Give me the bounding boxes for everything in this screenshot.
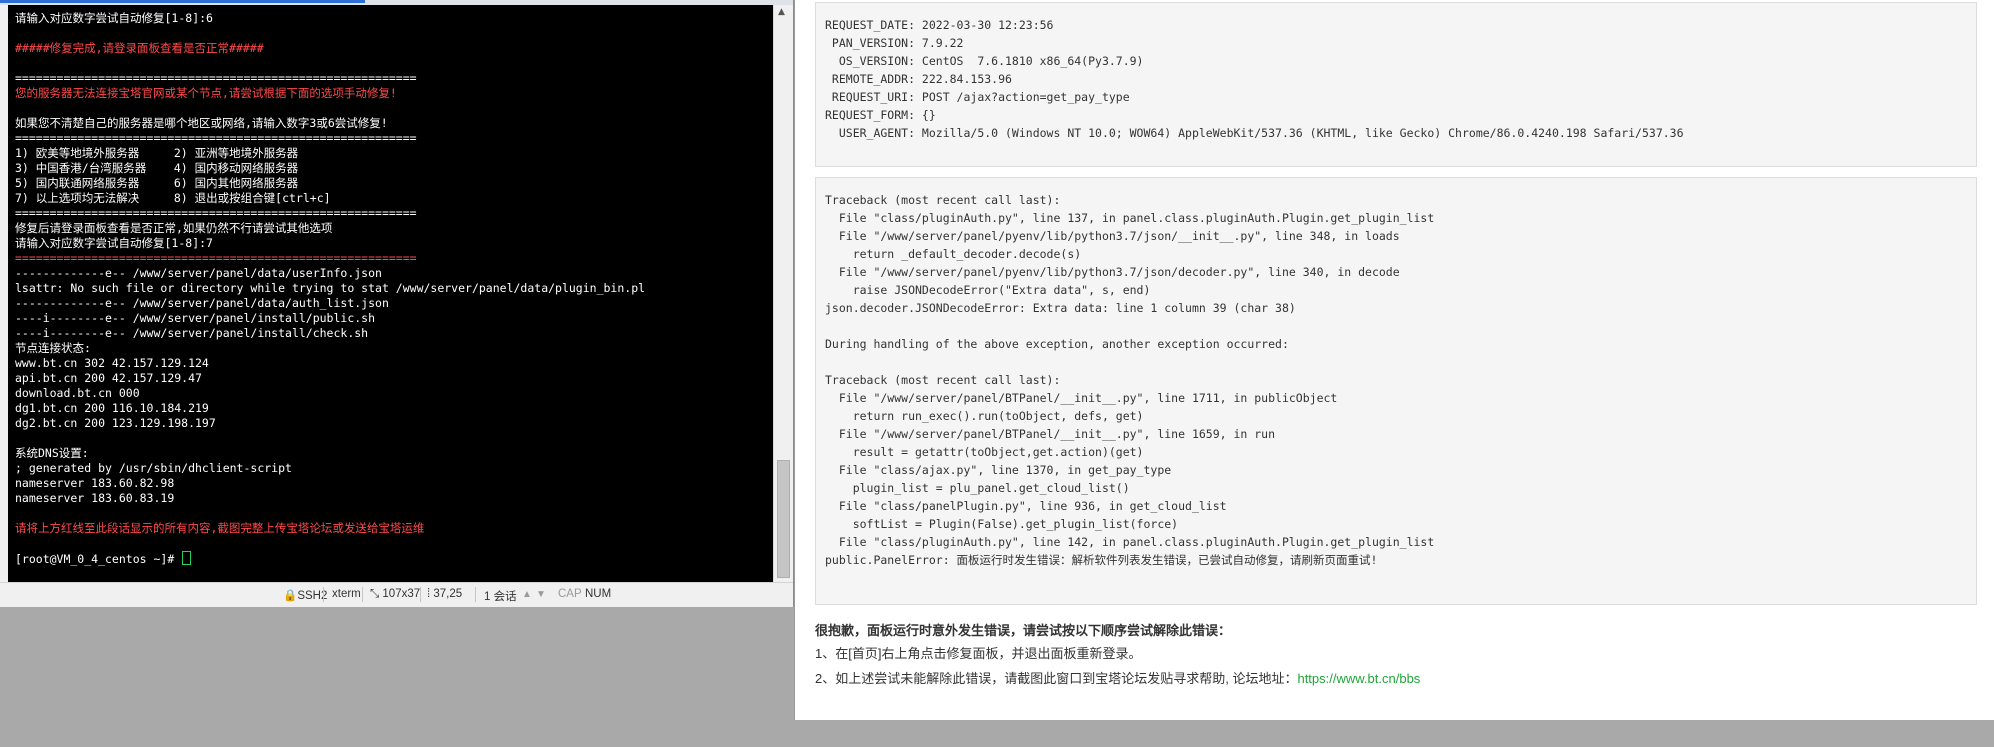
traceback-text: Traceback (most recent call last): File … [825, 191, 1434, 569]
terminal-scrollbar[interactable]: ▲ [773, 5, 791, 582]
terminal-window: 请输入对应数字尝试自动修复[1-8]:6 #####修复完成,请登录面板查看是否… [0, 0, 794, 607]
request-info-line: REQUEST_URI: POST /ajax?action=get_pay_t… [825, 90, 1130, 104]
arrow-down-icon[interactable]: ▼ [536, 589, 546, 600]
terminal-line: dg2.bt.cn 200 123.129.198.197 [15, 416, 216, 430]
traceback-line: File "/www/server/panel/pyenv/lib/python… [825, 229, 1400, 243]
terminal-line: 请输入对应数字尝试自动修复[1-8]:7 [15, 236, 213, 250]
terminal-line: download.bt.cn 000 [15, 386, 140, 400]
request-info-text: REQUEST_DATE: 2022-03-30 12:23:56 PAN_VE… [825, 16, 1684, 142]
scrollbar-thumb[interactable] [777, 460, 790, 578]
request-info-line: REQUEST_DATE: 2022-03-30 12:23:56 [825, 18, 1054, 32]
request-info-line: PAN_VERSION: 7.9.22 [825, 36, 964, 50]
traceback-line: Traceback (most recent call last): [825, 193, 1061, 207]
request-info-line: REMOTE_ADDR: 222.84.153.96 [825, 72, 1012, 86]
help-step-2: 2、如上述尝试未能解除此错误，请截图此窗口到宝塔论坛发贴寻求帮助, 论坛地址：h… [815, 667, 1420, 691]
terminal-line: ; generated by /usr/sbin/dhclient-script [15, 461, 292, 475]
window-size-status: ⤡ 107x37 [370, 588, 421, 600]
traceback-line: result = getattr(toObject,get.action)(ge… [825, 445, 1144, 459]
traceback-line: File "/www/server/panel/BTPanel/__init__… [825, 391, 1338, 405]
help-title: 很抱歉，面板运行时意外发生错误，请尝试按以下顺序尝试解除此错误： [815, 623, 1232, 638]
traceback-line: Traceback (most recent call last): [825, 373, 1061, 387]
lock-icon: 🔒 [283, 590, 298, 602]
cursor-position-status: ⁞ 37,25 [427, 588, 463, 600]
request-info-box: REQUEST_DATE: 2022-03-30 12:23:56 PAN_VE… [815, 2, 1977, 167]
traceback-line: File "class/panelPlugin.py", line 936, i… [825, 499, 1227, 513]
traceback-line: softList = Plugin(False).get_plugin_list… [825, 517, 1179, 531]
num-lock-status: NUM [585, 588, 612, 600]
terminal-statusbar: 🔒SSH2 xterm ⤡ 107x37 ⁞ 37,25 1 会话 ▲ ▼ CA… [0, 582, 793, 607]
shell-prompt: [root@VM_0_4_centos ~]# [15, 552, 182, 566]
terminal-line: 系统DNS设置: [15, 446, 89, 460]
terminal-line: ========================================… [15, 251, 417, 265]
traceback-line: raise JSONDecodeError("Extra data", s, e… [825, 283, 1151, 297]
divider [323, 587, 324, 602]
caps-lock-status: CAP [558, 588, 582, 600]
terminal-line: 请将上方红线至此段话显示的所有内容,截图完整上传宝塔论坛或发送给宝塔运维 [15, 521, 425, 535]
request-info-line: OS_VERSION: CentOS 7.6.1810 x86_64(Py3.7… [825, 54, 1144, 68]
scroll-up-arrow-icon[interactable]: ▲ [778, 7, 785, 17]
request-info-line: REQUEST_FORM: {} [825, 108, 936, 122]
traceback-line: return _default_decoder.decode(s) [825, 247, 1082, 261]
terminal-line: 7) 以上选项均无法解决 8) 退出或按组合键[ctrl+c] [15, 191, 331, 205]
traceback-line: File "class/pluginAuth.py", line 137, in… [825, 211, 1435, 225]
traceback-line: File "/www/server/panel/BTPanel/__init__… [825, 427, 1276, 441]
error-page: REQUEST_DATE: 2022-03-30 12:23:56 PAN_VE… [794, 0, 1994, 720]
terminal-line: #####修复完成,请登录面板查看是否正常##### [15, 41, 264, 55]
forum-link[interactable]: https://www.bt.cn/bbs [1297, 671, 1420, 686]
terminal-type-status: xterm [332, 588, 361, 600]
traceback-line: During handling of the above exception, … [825, 337, 1289, 351]
request-info-line: USER_AGENT: Mozilla/5.0 (Windows NT 10.0… [825, 126, 1684, 140]
terminal-line: -------------e-- /www/server/panel/data/… [15, 266, 382, 280]
traceback-line: File "/www/server/panel/pyenv/lib/python… [825, 265, 1400, 279]
terminal-line: ----i--------e-- /www/server/panel/insta… [15, 311, 376, 325]
terminal-line: ========================================… [15, 131, 417, 145]
traceback-box: Traceback (most recent call last): File … [815, 177, 1977, 605]
help-step-2-text: 2、如上述尝试未能解除此错误，请截图此窗口到宝塔论坛发贴寻求帮助, 论坛地址： [815, 671, 1298, 686]
traceback-line: public.PanelError: 面板运行时发生错误：解析软件列表发生错误，… [825, 553, 1378, 567]
terminal-line: 节点连接状态: [15, 341, 91, 355]
terminal-line: -------------e-- /www/server/panel/data/… [15, 296, 389, 310]
protocol-status: 🔒SSH2 [283, 590, 328, 602]
terminal-line: 3) 中国香港/台湾服务器 4) 国内移动网络服务器 [15, 161, 299, 175]
terminal-line: api.bt.cn 200 42.157.129.47 [15, 371, 202, 385]
divider [475, 587, 476, 602]
terminal-line: 请输入对应数字尝试自动修复[1-8]:6 [15, 11, 213, 25]
terminal-line: nameserver 183.60.83.19 [15, 491, 175, 505]
terminal-line: dg1.bt.cn 200 116.10.184.219 [15, 401, 209, 415]
terminal-line: nameserver 183.60.82.98 [15, 476, 175, 490]
active-tab-indicator[interactable] [0, 0, 365, 3]
help-step-1: 1、在[首页]右上角点击修复面板，并退出面板重新登录。 [815, 646, 1142, 661]
terminal-line: www.bt.cn 302 42.157.129.124 [15, 356, 209, 370]
terminal-line: 修复后请登录面板查看是否正常,如果仍然不行请尝试其他选项 [15, 221, 333, 235]
terminal-line: ----i--------e-- /www/server/panel/insta… [15, 326, 369, 340]
terminal-line: 1) 欧美等地境外服务器 2) 亚洲等地境外服务器 [15, 146, 299, 160]
traceback-line: plugin_list = plu_panel.get_cloud_list() [825, 481, 1130, 495]
divider [420, 587, 421, 602]
terminal-screen[interactable]: 请输入对应数字尝试自动修复[1-8]:6 #####修复完成,请登录面板查看是否… [8, 5, 773, 582]
traceback-line: json.decoder.JSONDecodeError: Extra data… [825, 301, 1296, 315]
terminal-line: 5) 国内联通网络服务器 6) 国内其他网络服务器 [15, 176, 299, 190]
terminal-line: ========================================… [15, 206, 417, 220]
traceback-line: File "class/ajax.py", line 1370, in get_… [825, 463, 1172, 477]
terminal-cursor[interactable] [182, 551, 192, 565]
traceback-line: File "class/pluginAuth.py", line 142, in… [825, 535, 1435, 549]
arrow-up-icon[interactable]: ▲ [522, 589, 532, 600]
terminal-output: 请输入对应数字尝试自动修复[1-8]:6 #####修复完成,请登录面板查看是否… [15, 11, 645, 567]
terminal-line: 如果您不清楚自己的服务器是哪个地区或网络,请输入数字3或6尝试修复! [15, 116, 388, 130]
traceback-line: return run_exec().run(toObject, defs, ge… [825, 409, 1144, 423]
divider [362, 587, 363, 602]
help-section: 很抱歉，面板运行时意外发生错误，请尝试按以下顺序尝试解除此错误： 1、在[首页]… [815, 621, 1420, 691]
terminal-line: 您的服务器无法连接宝塔官网或某个节点,请尝试根据下面的选项手动修复! [15, 86, 397, 100]
terminal-line: lsattr: No such file or directory while … [15, 281, 646, 295]
sessions-status: 1 会话 [484, 591, 517, 603]
resize-icon: ⤡ [370, 588, 383, 600]
terminal-line: ========================================… [15, 71, 417, 85]
